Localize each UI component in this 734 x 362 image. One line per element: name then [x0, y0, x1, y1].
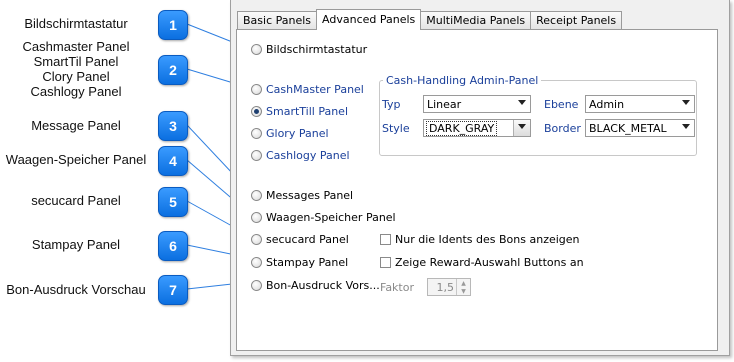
tab-bar: Basic Panels Advanced Panels MultiMedia … — [237, 9, 623, 30]
radio-label: secucard Panel — [266, 233, 349, 246]
spin-up-icon[interactable]: ▲ — [457, 279, 470, 287]
callout-badge-5: 5 — [158, 187, 188, 217]
ebene-label: Ebene — [544, 98, 579, 111]
chevron-down-icon — [682, 124, 690, 129]
cash-handling-group — [379, 80, 697, 156]
ebene-select[interactable]: Admin — [585, 95, 695, 113]
radio-dot — [251, 128, 262, 139]
radio-label: CashMaster Panel — [266, 83, 364, 96]
ebene-value: Admin — [589, 97, 625, 111]
typ-value: Linear — [427, 97, 462, 111]
radio-label: Cashlogy Panel — [266, 149, 350, 162]
border-value: BLACK_METAL — [589, 121, 667, 135]
tab-receipt-panels[interactable]: Receipt Panels — [530, 11, 623, 29]
radio-cashlogy[interactable]: Cashlogy Panel — [251, 149, 350, 162]
callout-badge-6: 6 — [158, 231, 188, 261]
callout-badge-3: 3 — [158, 111, 188, 141]
faktor-label: Faktor — [380, 281, 414, 294]
radio-dot — [251, 190, 262, 201]
typ-select[interactable]: Linear — [423, 95, 531, 113]
radio-dot-selected — [251, 106, 262, 117]
radio-label: Bildschirmtastatur — [266, 43, 368, 56]
radio-dot — [251, 234, 262, 245]
style-label: Style — [382, 122, 410, 135]
checkbox-box — [380, 257, 391, 268]
radio-smarttill[interactable]: SmartTill Panel — [251, 105, 348, 118]
checkbox-reward-buttons[interactable]: Zeige Reward-Auswahl Buttons an — [380, 256, 584, 269]
radio-bon-ausdruck[interactable]: Bon-Ausdruck Vors... — [251, 279, 380, 292]
checkbox-label: Zeige Reward-Auswahl Buttons an — [395, 256, 584, 269]
faktor-value: 1,5 — [436, 280, 455, 294]
radio-label: Waagen-Speicher Panel — [266, 211, 396, 224]
radio-label: SmartTill Panel — [266, 105, 348, 118]
cash-handling-legend: Cash-Handling Admin-Panel — [383, 74, 542, 87]
callout-badge-2: 2 — [158, 55, 188, 85]
callout-label-6: Stampay Panel — [31, 237, 121, 252]
radio-cashmaster[interactable]: CashMaster Panel — [251, 83, 364, 96]
chevron-down-icon — [682, 100, 690, 105]
radio-label: Bon-Ausdruck Vors... — [266, 279, 380, 292]
chevron-down-icon — [518, 124, 526, 129]
radio-dot — [251, 280, 262, 291]
radio-glory[interactable]: Glory Panel — [251, 127, 329, 140]
border-select[interactable]: BLACK_METAL — [585, 119, 695, 137]
callout-label-4: Waagen-Speicher Panel — [5, 152, 147, 167]
settings-window: Basic Panels Advanced Panels MultiMedia … — [230, 0, 730, 356]
callout-label-1: Bildschirmtastatur — [24, 16, 128, 31]
checkbox-box — [380, 234, 391, 245]
radio-label: Messages Panel — [266, 189, 354, 202]
radio-dot — [251, 212, 262, 223]
radio-waagen-speicher[interactable]: Waagen-Speicher Panel — [251, 211, 396, 224]
radio-dot — [251, 257, 262, 268]
chevron-down-icon — [518, 100, 526, 105]
spinner-buttons: ▲ ▼ — [456, 279, 470, 295]
advanced-panels-page: Bildschirmtastatur CashMaster Panel Smar… — [236, 29, 718, 351]
callout-badge-4: 4 — [158, 146, 188, 176]
radio-label: Stampay Panel — [266, 256, 349, 269]
tab-multimedia-panels[interactable]: MultiMedia Panels — [420, 11, 532, 29]
radio-messages[interactable]: Messages Panel — [251, 189, 353, 202]
border-label: Border — [544, 122, 581, 135]
callout-label-7: Bon-Ausdruck Vorschau — [6, 282, 146, 297]
radio-dot — [251, 84, 262, 95]
style-value: DARK_GRAY — [425, 120, 498, 136]
typ-label: Typ — [382, 98, 401, 111]
callout-badge-7: 7 — [158, 275, 188, 305]
checkbox-label: Nur die Idents des Bons anzeigen — [395, 233, 580, 246]
radio-dot — [251, 150, 262, 161]
checkbox-nur-idents[interactable]: Nur die Idents des Bons anzeigen — [380, 233, 580, 246]
callout-label-2: Cashmaster Panel SmartTil Panel Clory Pa… — [22, 39, 130, 99]
faktor-spinner[interactable]: 1,5 ▲ ▼ — [427, 278, 471, 296]
radio-label: Glory Panel — [266, 127, 329, 140]
radio-dot — [251, 44, 262, 55]
radio-stampay[interactable]: Stampay Panel — [251, 256, 348, 269]
callout-badge-1: 1 — [158, 10, 188, 40]
radio-secucard[interactable]: secucard Panel — [251, 233, 349, 246]
style-select[interactable]: DARK_GRAY — [423, 119, 531, 137]
callout-label-3: Message Panel — [31, 118, 121, 133]
tab-basic-panels[interactable]: Basic Panels — [237, 11, 318, 29]
spin-down-icon[interactable]: ▼ — [457, 287, 470, 295]
tab-advanced-panels[interactable]: Advanced Panels — [316, 9, 422, 30]
radio-bildschirmtastatur[interactable]: Bildschirmtastatur — [251, 43, 367, 56]
callout-label-5: secucard Panel — [31, 193, 121, 208]
